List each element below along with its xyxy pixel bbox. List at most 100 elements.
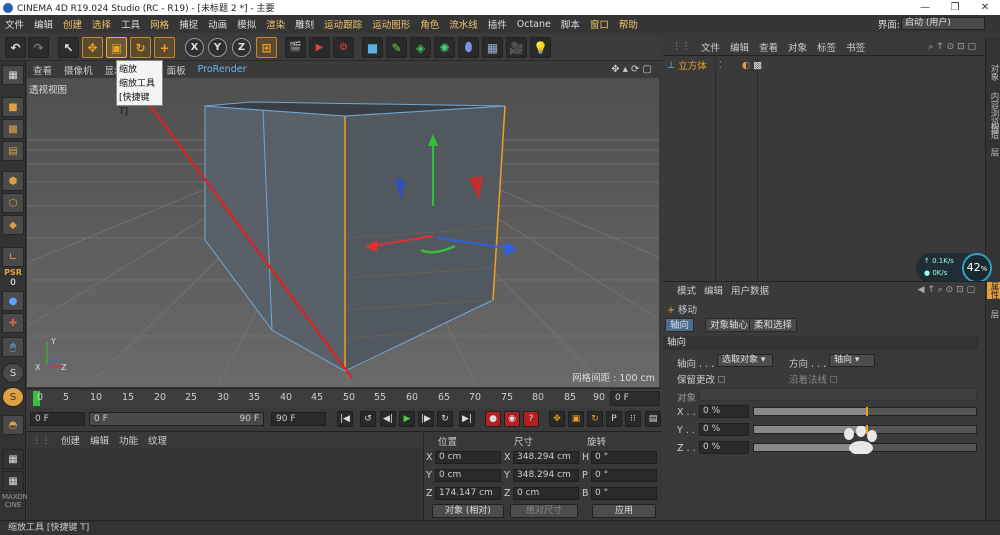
pen-button[interactable]: ✎	[386, 37, 407, 58]
am-tab-axis[interactable]: 轴向	[665, 318, 695, 332]
rot-h-field[interactable]: 0 °	[591, 451, 657, 464]
texture-mode-button[interactable]: ▩	[2, 119, 24, 139]
subdivision-button[interactable]: ◈	[410, 37, 431, 58]
direction-select[interactable]: 轴向 ▾	[829, 354, 875, 367]
scale-tool-button[interactable]: ▣	[106, 37, 127, 58]
key-rotation-button[interactable]: ↻	[587, 411, 603, 427]
redo-button[interactable]: ↷	[28, 37, 49, 58]
rot-p-field[interactable]: 0 °	[591, 469, 657, 482]
slider-x-field[interactable]: 0 %	[699, 405, 749, 418]
rot-b-field[interactable]: 0 °	[591, 487, 657, 500]
solo-button[interactable]: S	[2, 363, 24, 383]
current-frame-field[interactable]: 0 F	[610, 391, 660, 406]
vp-menu-camera[interactable]: 摄像机	[58, 63, 99, 77]
recent-tool-button[interactable]: +	[154, 37, 175, 58]
size-y-field[interactable]: 348.294 cm	[513, 469, 579, 482]
mat-menu-texture[interactable]: 纹理	[143, 433, 172, 447]
pos-z-field[interactable]: 174.147 cm	[435, 487, 501, 500]
menu-mesh[interactable]: 网格	[145, 17, 174, 31]
key-position-button[interactable]: ✥	[549, 411, 565, 427]
render-picture-viewer-button[interactable]: ▶	[309, 37, 330, 58]
om-menu-view[interactable]: 查看	[754, 40, 783, 54]
vp-menu-prorender[interactable]: ProRender	[192, 64, 253, 75]
om-menu-tags[interactable]: 标签	[812, 40, 841, 54]
minimize-button[interactable]: —	[910, 0, 940, 15]
close-button[interactable]: ✕	[970, 0, 1000, 15]
object-list[interactable]: ⊥ 立方体 ⁚ ◐ ▩	[663, 55, 985, 281]
play-button[interactable]: ▶	[399, 411, 415, 427]
vp-menu-view[interactable]: 查看	[27, 63, 58, 77]
slider-z-field[interactable]: 0 %	[699, 441, 749, 454]
keep-changes-checkbox[interactable]	[718, 376, 726, 383]
phong-tag-icon[interactable]: ◐	[742, 60, 750, 71]
apply-button[interactable]: 应用	[592, 504, 656, 518]
prev-frame-button[interactable]: ◀|	[380, 411, 396, 427]
am-menu-mode[interactable]: 模式	[673, 283, 700, 297]
slider-x[interactable]	[753, 407, 977, 416]
menu-script[interactable]: 脚本	[556, 17, 585, 31]
axis-modify-button[interactable]: ✚	[2, 313, 24, 333]
auto-key-button[interactable]: ◉	[504, 411, 520, 427]
object-name[interactable]: 立方体	[678, 58, 707, 72]
next-frame-button[interactable]: |▶	[418, 411, 434, 427]
rtab-layer[interactable]: 层	[987, 310, 1000, 319]
menu-tools[interactable]: 工具	[116, 17, 145, 31]
light-button[interactable]: 💡	[530, 37, 551, 58]
menu-character[interactable]: 角色	[415, 17, 444, 31]
snap-button[interactable]: ∟	[2, 247, 24, 267]
visibility-dots-icon[interactable]: ⁚	[719, 60, 722, 71]
menu-sculpt[interactable]: 雕刻	[290, 17, 319, 31]
om-menu-object[interactable]: 对象	[783, 40, 812, 54]
rtab-attributes[interactable]: 属性	[987, 282, 1000, 299]
timeline-ruler[interactable]: 0 5 10 15 20 25 30 35 40 45 50 55 60 65 …	[27, 388, 662, 408]
om-menu-edit[interactable]: 编辑	[725, 40, 754, 54]
size-z-field[interactable]: 0 cm	[513, 487, 579, 500]
am-tab-soft-selection[interactable]: 柔和选择	[749, 318, 798, 332]
menu-octane[interactable]: Octane	[512, 19, 556, 30]
preview-range-slider[interactable]: 0 F 90 F	[89, 412, 264, 426]
start-frame-field[interactable]: 0 F	[30, 412, 85, 426]
prev-key-button[interactable]: ↺	[360, 411, 376, 427]
maximize-button[interactable]: ❐	[940, 0, 970, 15]
deformer-button[interactable]: ⬮	[458, 37, 479, 58]
soft-selection-button[interactable]: S	[2, 387, 24, 407]
x-axis-lock-button[interactable]: X	[185, 38, 204, 57]
coord-mode-select[interactable]: 对象 (相对)	[432, 504, 504, 518]
om-menu-file[interactable]: 文件	[696, 40, 725, 54]
array-button[interactable]: ✺	[434, 37, 455, 58]
key-pla-button[interactable]: ⁝⁝	[625, 411, 641, 427]
timeline-window-button[interactable]: ▤	[645, 411, 661, 427]
menu-file[interactable]: 文件	[0, 17, 29, 31]
size-x-field[interactable]: 348.294 cm	[513, 451, 579, 464]
end-frame-field[interactable]: 90 F	[271, 412, 326, 426]
render-settings-button[interactable]: ⚙	[333, 37, 354, 58]
workplane-grid-button[interactable]: ▦	[2, 471, 24, 491]
menu-select[interactable]: 选择	[87, 17, 116, 31]
camera-button[interactable]: 🎥	[506, 37, 527, 58]
goto-end-button[interactable]: ▶|	[459, 411, 475, 427]
magnet-button[interactable]: ◓	[2, 415, 24, 435]
menu-create[interactable]: 创建	[58, 17, 87, 31]
perspective-viewport[interactable]: Y X Z 透视视图 网格间距 : 100 cm	[27, 78, 659, 387]
coordinate-system-button[interactable]: ⊞	[256, 37, 277, 58]
key-scale-button[interactable]: ▣	[568, 411, 584, 427]
y-axis-lock-button[interactable]: Y	[208, 38, 227, 57]
menu-edit[interactable]: 编辑	[29, 17, 58, 31]
z-axis-lock-button[interactable]: Z	[232, 38, 251, 57]
om-menu-bookmarks[interactable]: 书签	[841, 40, 870, 54]
am-menu-edit[interactable]: 编辑	[700, 283, 727, 297]
goto-start-button[interactable]: |◀	[337, 411, 353, 427]
slider-x-knob[interactable]	[866, 407, 868, 416]
move-tool-button[interactable]: ✥	[82, 37, 103, 58]
vp-menu-panel[interactable]: 面板	[161, 63, 192, 77]
size-mode-select[interactable]: 绝对尺寸	[510, 504, 578, 518]
rtab-structure[interactable]: 构造	[987, 122, 1000, 139]
object-link-field[interactable]	[699, 388, 977, 401]
rtab-objects[interactable]: 对象	[987, 64, 1000, 81]
mat-menu-edit[interactable]: 编辑	[85, 433, 114, 447]
mat-menu-function[interactable]: 功能	[114, 433, 143, 447]
slider-y-field[interactable]: 0 %	[699, 423, 749, 436]
material-list[interactable]	[27, 448, 422, 520]
make-editable-button[interactable]: ▦	[2, 65, 24, 85]
workplane-button[interactable]: ▤	[2, 141, 24, 161]
